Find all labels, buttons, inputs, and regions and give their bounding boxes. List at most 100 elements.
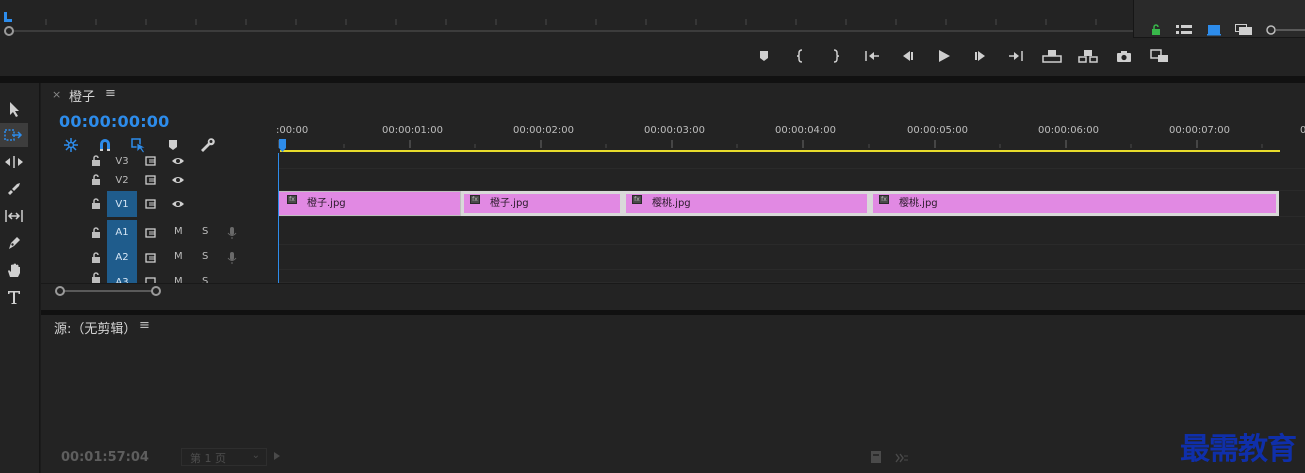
track-label[interactable]: A2 bbox=[107, 245, 137, 270]
mute-button[interactable]: M bbox=[174, 251, 183, 262]
add-marker-icon[interactable] bbox=[754, 46, 774, 66]
zoom-slider[interactable] bbox=[1264, 24, 1305, 36]
track-select-forward-tool-icon[interactable] bbox=[0, 123, 28, 147]
linked-selection-icon[interactable] bbox=[129, 135, 149, 155]
monitor-time-ruler[interactable] bbox=[0, 0, 1133, 26]
clip[interactable]: fx 樱桃.jpg bbox=[623, 191, 870, 216]
clip[interactable]: fx 樱桃.jpg bbox=[870, 191, 1279, 216]
lock-icon[interactable] bbox=[91, 174, 101, 186]
source-tab-title[interactable]: 源:（无剪辑） bbox=[54, 318, 136, 337]
track-lane[interactable] bbox=[278, 245, 1305, 270]
settings-icon[interactable] bbox=[894, 453, 910, 463]
lock-icon[interactable] bbox=[1146, 20, 1166, 40]
microphone-icon[interactable] bbox=[227, 251, 237, 265]
track-header: V1 bbox=[41, 191, 277, 217]
compare-icon[interactable] bbox=[1150, 46, 1170, 66]
eye-icon[interactable] bbox=[171, 199, 185, 209]
sequence-tab-title[interactable]: 橙子 bbox=[69, 86, 95, 105]
wrench-icon[interactable] bbox=[197, 135, 217, 155]
selection-tool-icon[interactable] bbox=[0, 97, 28, 121]
ruler-label: :00:00 bbox=[276, 125, 309, 136]
track-lane[interactable]: fx 橙子.jpg fx 橙子.jpg fx 樱桃.jpg fx 樱桃.jpg bbox=[278, 191, 1305, 217]
lock-icon[interactable] bbox=[91, 155, 101, 167]
solo-button[interactable]: S bbox=[202, 276, 208, 283]
playhead-handle-icon[interactable] bbox=[278, 138, 288, 153]
clip-name: 樱桃.jpg bbox=[899, 198, 938, 209]
go-to-in-icon[interactable] bbox=[862, 46, 882, 66]
panel-menu-icon[interactable]: ≡ bbox=[105, 86, 116, 101]
track-label[interactable]: V2 bbox=[107, 169, 137, 191]
track-lane[interactable] bbox=[278, 153, 1305, 169]
lock-icon[interactable] bbox=[91, 226, 101, 239]
mute-button[interactable]: M bbox=[174, 276, 183, 283]
mute-button[interactable]: M bbox=[174, 226, 183, 237]
solo-button[interactable]: S bbox=[202, 226, 208, 237]
track-label[interactable]: A1 bbox=[107, 220, 137, 245]
fx-badge-icon: fx bbox=[632, 195, 642, 204]
play-icon[interactable] bbox=[934, 46, 954, 66]
sync-lock-icon[interactable] bbox=[145, 199, 157, 209]
export-frame-icon[interactable] bbox=[1114, 46, 1134, 66]
track-a1: A1 M S bbox=[41, 220, 1305, 245]
snap-icon[interactable] bbox=[95, 135, 115, 155]
lock-icon[interactable] bbox=[91, 272, 101, 283]
icon-view-icon[interactable] bbox=[1204, 20, 1224, 40]
mark-in-icon[interactable] bbox=[790, 46, 810, 66]
track-header: A2 M S bbox=[41, 245, 277, 270]
time-ruler[interactable]: :00:00 00:00:01:00 00:00:02:00 00:00:03:… bbox=[276, 123, 1305, 153]
sync-lock-icon[interactable] bbox=[145, 156, 157, 166]
list-view-icon[interactable] bbox=[1174, 20, 1194, 40]
solo-button[interactable]: S bbox=[202, 251, 208, 262]
razor-tool-icon[interactable] bbox=[0, 177, 28, 201]
lock-icon[interactable] bbox=[91, 251, 101, 264]
track-v1: V1 fx 橙子.jpg fx 橙子.jpg fx 樱桃.jpg fx 樱桃.j… bbox=[41, 191, 1305, 217]
sync-lock-icon[interactable] bbox=[145, 175, 157, 185]
ruler-ticks bbox=[278, 140, 1263, 148]
nest-sequence-icon[interactable] bbox=[61, 135, 81, 155]
sync-lock-icon[interactable] bbox=[145, 252, 157, 263]
hand-tool-icon[interactable] bbox=[0, 258, 28, 282]
eye-icon[interactable] bbox=[171, 156, 185, 166]
freeform-view-icon[interactable] bbox=[1234, 20, 1254, 40]
track-label[interactable]: V3 bbox=[107, 153, 137, 169]
source-timecode[interactable]: 00:01:57:04 bbox=[61, 450, 149, 465]
playhead-timecode[interactable]: 00:00:00:00 bbox=[59, 112, 169, 131]
add-marker-icon[interactable] bbox=[163, 135, 183, 155]
mark-out-icon[interactable] bbox=[826, 46, 846, 66]
panel-divider[interactable] bbox=[0, 76, 1305, 83]
monitor-zoom-scrollbar[interactable] bbox=[0, 25, 1133, 37]
sync-lock-icon[interactable] bbox=[145, 227, 157, 238]
extract-icon[interactable] bbox=[1078, 46, 1098, 66]
clip[interactable]: fx 橙子.jpg bbox=[461, 191, 623, 216]
ruler-label-clipped: 0 bbox=[1300, 125, 1305, 136]
lock-icon[interactable] bbox=[91, 198, 101, 210]
work-area-bar[interactable] bbox=[280, 150, 1280, 152]
track-label[interactable]: V1 bbox=[107, 191, 137, 217]
ripple-edit-tool-icon[interactable] bbox=[0, 150, 28, 174]
timeline-zoom-scrollbar[interactable] bbox=[41, 283, 1305, 297]
step-back-icon[interactable] bbox=[898, 46, 918, 66]
clip[interactable]: fx 橙子.jpg bbox=[278, 191, 461, 216]
track-label[interactable]: A3 bbox=[107, 270, 137, 283]
type-tool-icon[interactable] bbox=[0, 285, 28, 309]
pen-tool-icon[interactable] bbox=[0, 231, 28, 255]
track-lane[interactable] bbox=[278, 220, 1305, 245]
go-to-out-icon[interactable] bbox=[1006, 46, 1026, 66]
slip-tool-icon[interactable] bbox=[0, 204, 28, 228]
step-forward-icon[interactable] bbox=[970, 46, 990, 66]
lift-icon[interactable] bbox=[1042, 46, 1062, 66]
track-lane[interactable] bbox=[278, 169, 1305, 191]
clip-icon[interactable] bbox=[870, 450, 882, 464]
fx-badge-icon: fx bbox=[470, 195, 480, 204]
playhead-line[interactable] bbox=[278, 153, 279, 284]
page-select[interactable]: 第 1 页 ⌄ bbox=[181, 448, 267, 466]
microphone-icon[interactable] bbox=[227, 226, 237, 240]
eye-icon[interactable] bbox=[171, 175, 185, 185]
track-lane[interactable] bbox=[278, 270, 1305, 283]
close-tab-button[interactable]: × bbox=[52, 88, 61, 101]
panel-menu-icon[interactable]: ≡ bbox=[139, 318, 150, 333]
ruler-label: 00:00:03:00 bbox=[644, 125, 706, 136]
page-select-value: 第 1 页 bbox=[190, 452, 226, 465]
chevron-down-icon: ⌄ bbox=[251, 450, 260, 461]
play-icon[interactable] bbox=[273, 451, 281, 461]
